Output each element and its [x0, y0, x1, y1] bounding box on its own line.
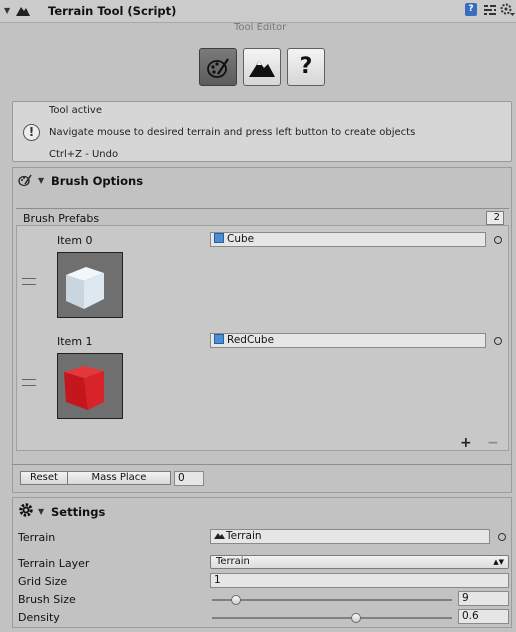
item-1-object-picker-icon[interactable]: [494, 337, 502, 345]
preset-icon[interactable]: [483, 3, 496, 16]
density-field[interactable]: 0.6: [458, 609, 509, 624]
divider: [12, 464, 512, 465]
terrain-object-field[interactable]: Terrain: [210, 529, 490, 544]
terrain-layer-dropdown[interactable]: Terrain ▲▼: [210, 555, 509, 569]
mass-place-count-field[interactable]: 0: [174, 471, 204, 486]
paint-brush-icon: [207, 58, 229, 78]
density-slider-track[interactable]: [212, 617, 452, 619]
white-cube-preview-icon: [66, 267, 104, 309]
item-0-drag-handle-icon[interactable]: [22, 278, 36, 285]
density-label: Density: [18, 611, 60, 624]
brush-tool-button[interactable]: [199, 48, 237, 86]
help-line-instructions: Navigate mouse to desired terrain and pr…: [49, 127, 416, 138]
brush-prefabs-label: Brush Prefabs: [23, 212, 100, 225]
brush-options-title: Brush Options: [51, 174, 144, 188]
brush-size-label: Brush Size: [18, 593, 76, 606]
terrain-script-icon: [16, 7, 30, 16]
brush-size-field[interactable]: 9: [458, 591, 509, 606]
settings-title: Settings: [51, 505, 106, 519]
grid-size-field[interactable]: 1: [210, 573, 509, 588]
mass-place-button[interactable]: Mass Place: [67, 471, 171, 485]
divider: [16, 208, 509, 209]
terrain-object-picker-icon[interactable]: [498, 533, 506, 541]
settings-foldout-arrow[interactable]: ▼: [38, 507, 44, 516]
brush-prefabs-count[interactable]: 2: [486, 211, 504, 225]
item-0-object-picker-icon[interactable]: [494, 236, 502, 244]
help-icon[interactable]: ?: [465, 3, 477, 16]
add-item-button[interactable]: +: [460, 435, 472, 451]
brush-size-slider-knob[interactable]: [231, 595, 241, 605]
terrain-label: Terrain: [18, 531, 56, 544]
red-cube-preview-icon: [64, 366, 104, 410]
item-0-object-field[interactable]: Cube: [210, 232, 486, 247]
terrain-icon: [214, 533, 225, 539]
info-icon: !: [23, 124, 40, 141]
prefab-cube-icon: [214, 233, 224, 243]
dropdown-arrows-icon: ▲▼: [493, 558, 504, 566]
brush-options-foldout-arrow[interactable]: ▼: [38, 176, 44, 185]
item-0-label: Item 0: [57, 234, 93, 247]
item-1-preview: [57, 353, 123, 419]
item-1-object-field[interactable]: RedCube: [210, 333, 486, 348]
help-line-undo: Ctrl+Z - Undo: [49, 149, 119, 160]
item-1-drag-handle-icon[interactable]: [22, 379, 36, 386]
reset-button[interactable]: Reset: [20, 471, 68, 485]
help-line-tool-active: Tool active: [49, 105, 102, 116]
item-0-preview: [57, 252, 123, 318]
settings-gear-icon: [19, 503, 33, 517]
remove-item-button[interactable]: −: [487, 435, 499, 451]
grid-size-label: Grid Size: [18, 575, 68, 588]
collapse-arrow-icon[interactable]: ▼: [4, 6, 10, 15]
item-1-label: Item 1: [57, 335, 93, 348]
terrain-layer-label: Terrain Layer: [18, 557, 90, 570]
brush-size-slider-track[interactable]: [212, 599, 452, 601]
density-slider-knob[interactable]: [351, 613, 361, 623]
mountain-icon: [249, 61, 275, 77]
tool-editor-subtitle: Tool Editor: [234, 22, 287, 33]
help-tool-button[interactable]: ?: [287, 48, 325, 86]
brush-options-icon: [18, 174, 32, 187]
component-title: Terrain Tool (Script): [48, 4, 177, 18]
terrain-tool-button[interactable]: [243, 48, 281, 86]
question-mark-icon: ?: [299, 54, 313, 79]
prefab-cube-icon: [214, 334, 224, 344]
settings-gear-icon[interactable]: [499, 2, 515, 16]
